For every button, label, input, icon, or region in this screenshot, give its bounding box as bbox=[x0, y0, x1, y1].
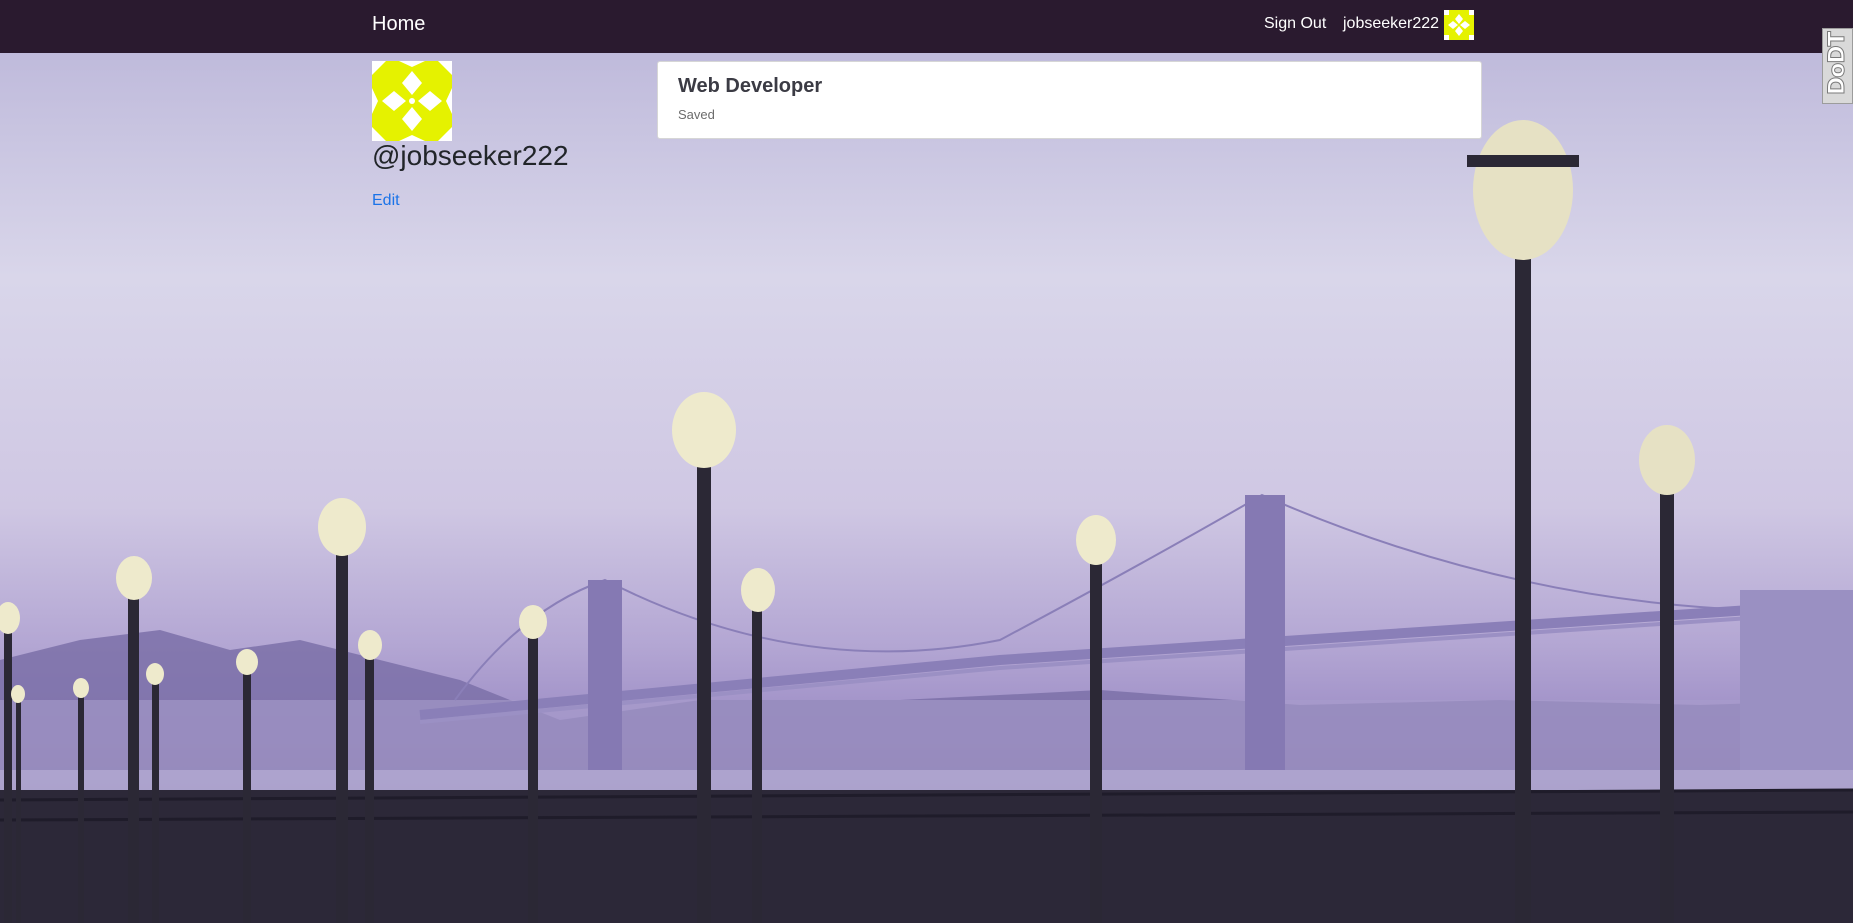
sign-out-link[interactable]: Sign Out bbox=[1264, 15, 1326, 33]
home-link[interactable]: Home bbox=[372, 13, 425, 36]
user-avatar-icon[interactable] bbox=[1444, 10, 1474, 40]
username-link[interactable]: jobseeker222 bbox=[1343, 15, 1439, 33]
top-navbar: Home Sign Out jobseeker222 bbox=[0, 0, 1853, 53]
identicon-icon bbox=[372, 61, 452, 141]
dodt-tab-label: DoDT bbox=[1825, 32, 1851, 96]
dodt-extension-tab[interactable]: DoDT bbox=[1822, 28, 1853, 104]
profile-avatar bbox=[372, 61, 452, 141]
job-status-label: Saved bbox=[678, 107, 715, 122]
edit-profile-link[interactable]: Edit bbox=[372, 192, 400, 210]
job-title[interactable]: Web Developer bbox=[678, 75, 822, 98]
profile-handle: @jobseeker222 bbox=[372, 140, 569, 171]
saved-job-card[interactable]: Web Developer Saved bbox=[657, 61, 1482, 139]
